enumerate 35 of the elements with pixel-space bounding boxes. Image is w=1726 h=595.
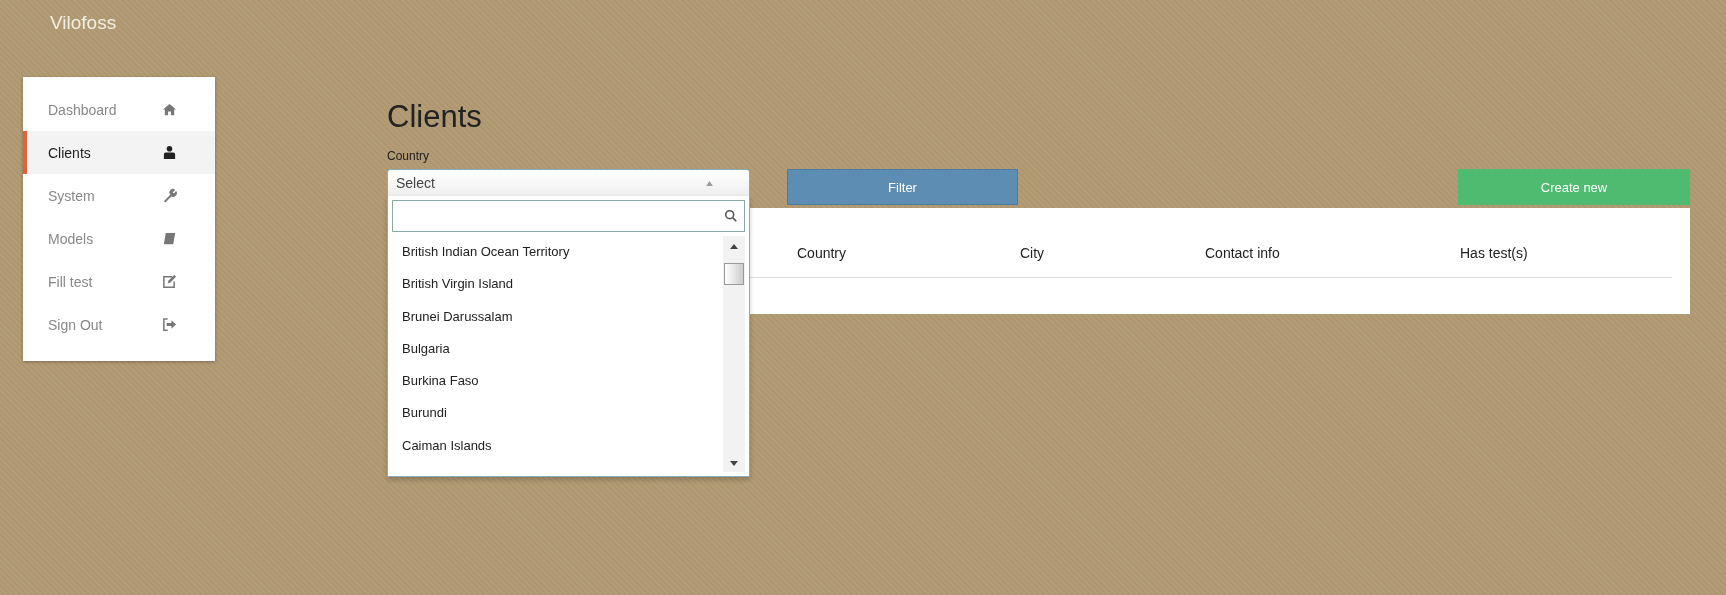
nav-item[interactable]: Dashboard xyxy=(23,88,215,131)
dropdown-option[interactable]: Brunei Darussalam xyxy=(402,300,513,333)
dropdown-option[interactable]: Burundi xyxy=(402,397,447,430)
scroll-down-icon[interactable] xyxy=(730,461,738,466)
page-title: Clients xyxy=(387,99,482,135)
nav-item[interactable]: Models xyxy=(23,217,215,260)
wrench-icon xyxy=(162,188,177,203)
nav-item[interactable]: Clients xyxy=(23,131,215,174)
sign-out-icon xyxy=(162,317,177,332)
search-icon xyxy=(724,209,738,223)
scroll-up-icon[interactable] xyxy=(730,244,738,249)
country-select[interactable]: Select xyxy=(387,169,750,197)
caret-icon xyxy=(706,180,713,186)
dropdown-option[interactable]: Bulgaria xyxy=(402,332,450,366)
scroll-thumb[interactable] xyxy=(724,263,744,285)
dropdown-option[interactable]: Caiman Islands xyxy=(402,429,492,463)
person-icon xyxy=(162,145,177,160)
column-header: City xyxy=(1020,244,1046,261)
brand-name: Vilofoss xyxy=(49,11,117,35)
dropdown-option[interactable]: Burkina Faso xyxy=(402,365,479,398)
filter-button[interactable]: Filter xyxy=(787,169,1018,205)
column-header: Country xyxy=(797,244,848,261)
dropdown-option[interactable]: British Indian Ocean Territory xyxy=(402,236,570,269)
field-label: Country xyxy=(387,149,430,163)
column-header: Contact info xyxy=(1205,244,1281,261)
column-header: Has test(s) xyxy=(1460,244,1528,261)
nav-item[interactable]: System xyxy=(23,174,215,217)
house-icon xyxy=(162,102,177,117)
nav-item[interactable]: Sign Out xyxy=(23,303,215,346)
search-field[interactable] xyxy=(392,200,745,232)
book-icon xyxy=(162,231,177,246)
edit-icon xyxy=(162,274,177,289)
nav-item[interactable]: Fill test xyxy=(23,260,215,303)
scrollbar[interactable] xyxy=(723,236,745,472)
dropdown-option[interactable]: British Virgin Island xyxy=(402,268,514,301)
